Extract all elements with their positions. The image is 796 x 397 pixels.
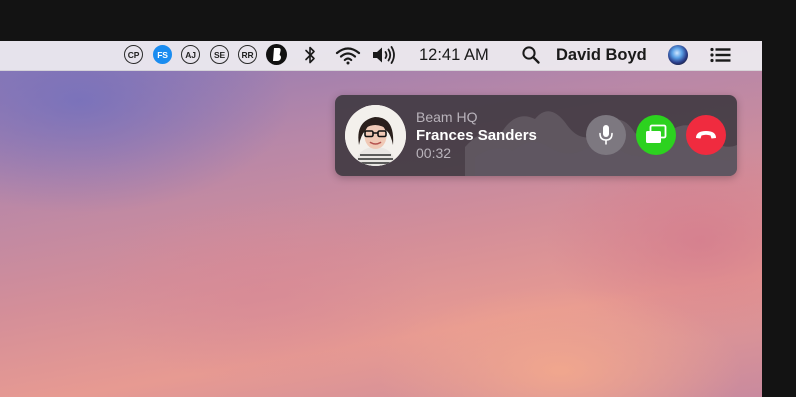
notification-center-icon[interactable] [709,44,733,66]
caller-name: Frances Sanders [416,127,537,144]
wifi-icon[interactable] [335,44,361,66]
beam-app-icon[interactable] [266,44,287,65]
participant-chip-se[interactable]: SE [210,45,229,64]
menubar-user-name[interactable]: David Boyd [556,45,647,65]
volume-icon[interactable] [371,44,399,66]
screen-share-icon [646,124,667,143]
participant-chip-cp[interactable]: CP [124,45,143,64]
screen-share-button[interactable] [636,115,676,155]
call-duration: 00:32 [416,145,452,161]
participant-chip-rr[interactable]: RR [238,45,257,64]
hang-up-button[interactable] [686,115,726,155]
search-icon[interactable] [521,44,541,66]
mute-button[interactable] [586,115,626,155]
siri-icon[interactable] [668,45,688,65]
bluetooth-icon[interactable] [301,44,319,66]
call-panel[interactable]: Beam HQ Frances Sanders 00:32 [335,95,737,176]
hang-up-icon [696,131,716,139]
caller-avatar [345,105,406,166]
microphone-icon [599,125,613,145]
menubar-clock[interactable]: 12:41 AM [419,45,489,65]
participant-chip-aj[interactable]: AJ [181,45,200,64]
call-team-name: Beam HQ [416,109,478,125]
menu-bar: CP FS AJ SE RR 12:41 AM David Boyd [0,41,762,71]
desktop: CP FS AJ SE RR 12:41 AM David Boyd Beam … [0,41,762,397]
participant-chip-fs[interactable]: FS [153,45,172,64]
